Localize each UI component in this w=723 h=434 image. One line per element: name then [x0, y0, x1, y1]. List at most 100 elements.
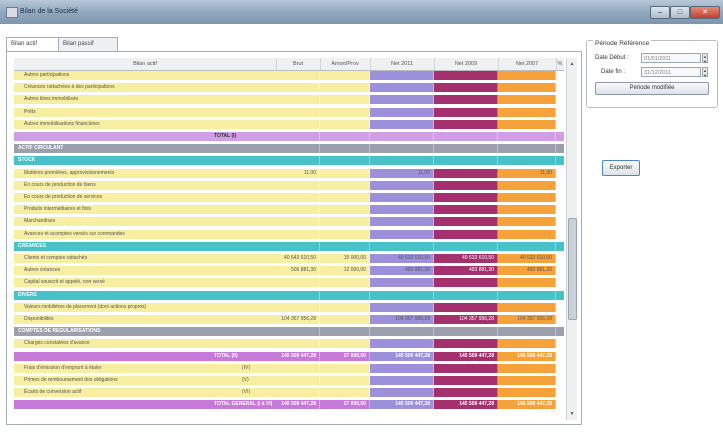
start-date-label: Date Début :: [595, 55, 629, 61]
end-date-spin-icon[interactable]: ▲ ▼: [702, 67, 708, 78]
table-row[interactable]: TOTAL (I): [14, 132, 564, 141]
cell-net2007: [498, 376, 556, 385]
application-window: Bilan de la Société – □ ✕ Bilan actif Bi…: [0, 0, 723, 434]
cell-net2007: [498, 241, 556, 251]
table-row[interactable]: DIVERS: [14, 290, 564, 300]
period-group: Période Référence Date Début : 01/01/201…: [586, 40, 718, 108]
col-header-amort[interactable]: Amort/Prov: [320, 58, 371, 70]
table-row[interactable]: Disponibilités 104 357 956,28 104 357 956,…: [14, 315, 564, 324]
cell-amort: 27 000,00: [320, 400, 370, 410]
col-header-net2011[interactable]: Net 2011: [370, 58, 435, 70]
cell-net2011: [370, 156, 434, 166]
cell-brut: [276, 193, 320, 202]
cell-net2009: [434, 193, 498, 202]
export-button[interactable]: Exporter: [602, 160, 640, 176]
window-title: Bilan de la Société: [20, 8, 78, 15]
row-label: Autres titres immobilisés: [14, 95, 276, 105]
cell-percent: [556, 168, 564, 178]
cell-net2009: [434, 278, 498, 288]
row-label: DIVERS: [14, 290, 276, 300]
row-label: Charges constatées d'avance: [14, 339, 276, 349]
cell-amort: 15 000,00: [320, 254, 370, 263]
table-row[interactable]: Clients et comptes rattachés 40 643 610,5…: [14, 254, 564, 263]
cell-brut: [276, 205, 320, 215]
cell-net2007: [498, 363, 556, 373]
cell-amort: [320, 388, 370, 398]
maximize-button[interactable]: □: [670, 6, 690, 19]
table-row[interactable]: Écarts de conversion actif (VI): [14, 388, 564, 398]
minimize-button[interactable]: –: [650, 6, 670, 19]
scroll-up-icon[interactable]: ▲: [568, 60, 576, 68]
cell-net2011: 145 509 447,28: [370, 400, 434, 410]
col-header-net2007[interactable]: Net 2007: [498, 58, 557, 70]
table-row[interactable]: TOTAL GENERAL (I à VI) 145 509 447,28 27 0…: [14, 400, 564, 410]
table-row[interactable]: ACTIF CIRCULANT: [14, 144, 564, 154]
cell-net2011: [370, 144, 434, 154]
table-row[interactable]: Autres titres immobilisés: [14, 95, 564, 105]
cell-net2007: [498, 180, 556, 190]
cell-net2011: [370, 83, 434, 93]
grid-scrollbar[interactable]: ▲ ▼: [566, 58, 577, 420]
app-icon: [6, 7, 18, 18]
table-row[interactable]: Autres créances 506 881,30 12 000,00 493 88…: [14, 266, 564, 276]
cell-percent: [556, 132, 564, 141]
table-row[interactable]: CREANCES: [14, 241, 564, 251]
table-row[interactable]: COMPTES DE REGULARISATIONS: [14, 327, 564, 337]
row-code: (V): [242, 377, 249, 383]
cell-percent: [556, 107, 564, 117]
table-row[interactable]: Matières premières, approvisionnements 11…: [14, 168, 564, 178]
cell-percent: [556, 217, 564, 227]
table-row[interactable]: En cours de production de services: [14, 193, 564, 202]
table-row[interactable]: TOTAL (II) 145 509 447,28 27 000,00 145 509…: [14, 351, 564, 361]
table-row[interactable]: Produits intermédiaires et finis: [14, 205, 564, 215]
cell-net2009: [434, 376, 498, 385]
cell-percent: [556, 83, 564, 93]
cell-net2011: 493 881,30: [370, 266, 434, 276]
start-date-spin-icon[interactable]: ▲ ▼: [702, 53, 708, 64]
cell-net2007: 104 357 956,28: [498, 315, 556, 324]
table-row[interactable]: STOCK: [14, 156, 564, 166]
cell-percent: [556, 363, 564, 373]
tab-bilan-actif[interactable]: Bilan actif: [6, 37, 60, 52]
table-row[interactable]: Charges constatées d'avance: [14, 339, 564, 349]
start-date-field[interactable]: 01/01/2011: [641, 53, 701, 63]
table-row[interactable]: Marchandises: [14, 217, 564, 227]
table-row[interactable]: Frais d'émission d'emprunt à étaler (IV): [14, 363, 564, 373]
table-row[interactable]: En cours de production de biens: [14, 180, 564, 190]
col-header-brut[interactable]: Brut: [276, 58, 321, 70]
cell-amort: [320, 217, 370, 227]
scrollbar-thumb[interactable]: [568, 218, 577, 320]
cell-brut: 145 509 447,28: [276, 400, 320, 410]
cell-percent: [556, 266, 564, 276]
cell-percent: [556, 388, 564, 398]
row-label: Clients et comptes rattachés: [14, 254, 276, 263]
cell-net2011: 11,00: [370, 168, 434, 178]
table-row[interactable]: Valeurs mobilières de placement (dont ac…: [14, 302, 564, 312]
scroll-down-icon[interactable]: ▼: [568, 410, 576, 418]
table-row[interactable]: Avances et acomptes versés sur commandes: [14, 229, 564, 239]
table-row[interactable]: Autres immobilisations financières: [14, 119, 564, 129]
cell-net2009: 493 881,30: [434, 266, 498, 276]
close-button[interactable]: ✕: [690, 6, 720, 19]
title-bar: Bilan de la Société – □ ✕: [0, 0, 723, 24]
table-row[interactable]: Autres participations: [14, 71, 564, 80]
period-modify-button[interactable]: Période modifiée: [595, 82, 709, 95]
cell-net2009: [434, 339, 498, 349]
table-row[interactable]: Créances rattachées à des participations: [14, 83, 564, 93]
row-code: (IV): [242, 364, 251, 371]
cell-brut: [276, 302, 320, 312]
table-row[interactable]: Primes de remboursement des obligations(…: [14, 376, 564, 385]
col-header-label[interactable]: Bilan actif: [14, 58, 277, 70]
end-date-label: Date fin :: [601, 69, 626, 75]
tab-bilan-passif[interactable]: Bilan passif: [58, 37, 118, 51]
cell-brut: [276, 290, 320, 300]
row-label: En cours de production de services: [14, 193, 276, 202]
table-row[interactable]: Prêts: [14, 107, 564, 117]
end-date-field[interactable]: 31/12/2011: [641, 67, 701, 77]
col-header-net2009[interactable]: Net 2009: [434, 58, 499, 70]
col-header-percent[interactable]: %: [556, 58, 564, 70]
cell-net2009: [434, 119, 498, 129]
table-row[interactable]: Capital souscrit et appelé, non versé: [14, 278, 564, 288]
cell-amort: [320, 193, 370, 202]
cell-brut: [276, 95, 320, 105]
